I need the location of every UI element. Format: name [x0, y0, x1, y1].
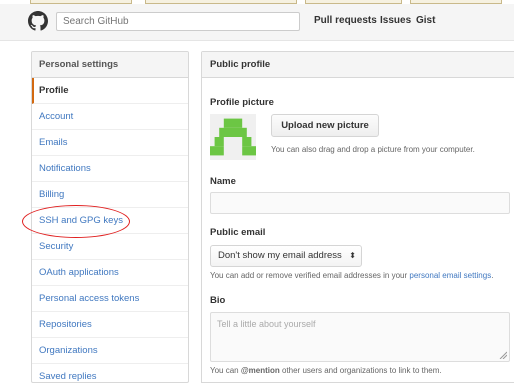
public-profile-panel: Public profile Profile picture Upload ne…	[201, 51, 514, 383]
sidebar-item-organizations[interactable]: Organizations	[32, 338, 188, 364]
nav-issues[interactable]: Issues	[380, 15, 411, 26]
profile-picture-label: Profile picture	[210, 97, 274, 108]
bio-placeholder: Tell a little about yourself	[217, 319, 316, 329]
bio-label: Bio	[210, 295, 226, 306]
site-header: Pull requests Issues Gist	[0, 4, 514, 41]
sidebar-item-notifications[interactable]: Notifications	[32, 156, 188, 182]
sidebar-item-security[interactable]: Security	[32, 234, 188, 260]
nav-gist[interactable]: Gist	[416, 15, 435, 26]
public-email-select[interactable]: Don't show my email address ⬍	[210, 245, 362, 267]
sidebar-item-repositories[interactable]: Repositories	[32, 312, 188, 338]
chevron-down-icon: ⬍	[349, 251, 356, 260]
sidebar-item-account[interactable]: Account	[32, 104, 188, 130]
sidebar-item-personal-access-tokens[interactable]: Personal access tokens	[32, 286, 188, 312]
github-logo-icon[interactable]	[28, 11, 48, 31]
name-field[interactable]	[210, 192, 510, 214]
upload-picture-button[interactable]: Upload new picture	[271, 114, 379, 137]
email-hint: You can add or remove verified email add…	[210, 271, 494, 280]
sidebar-item-profile[interactable]: Profile	[32, 78, 188, 104]
resize-handle-icon[interactable]	[499, 351, 507, 359]
personal-email-settings-link[interactable]: personal email settings	[409, 271, 491, 280]
panel-heading: Public profile	[202, 52, 514, 78]
sidebar-item-oauth-applications[interactable]: OAuth applications	[32, 260, 188, 286]
sidebar-item-ssh-gpg-keys[interactable]: SSH and GPG keys	[32, 208, 188, 234]
avatar	[210, 114, 256, 160]
public-email-selected: Don't show my email address	[218, 250, 342, 261]
sidebar-heading: Personal settings	[32, 52, 188, 78]
settings-sidebar: Personal settings Profile Account Emails…	[31, 51, 189, 383]
sidebar-item-emails[interactable]: Emails	[32, 130, 188, 156]
upload-hint: You can also drag and drop a picture fro…	[271, 145, 475, 154]
bio-textarea[interactable]: Tell a little about yourself	[210, 312, 510, 362]
sidebar-item-billing[interactable]: Billing	[32, 182, 188, 208]
nav-pull-requests[interactable]: Pull requests	[314, 15, 377, 26]
name-label: Name	[210, 176, 236, 187]
search-input[interactable]	[56, 12, 300, 31]
public-email-label: Public email	[210, 227, 266, 238]
